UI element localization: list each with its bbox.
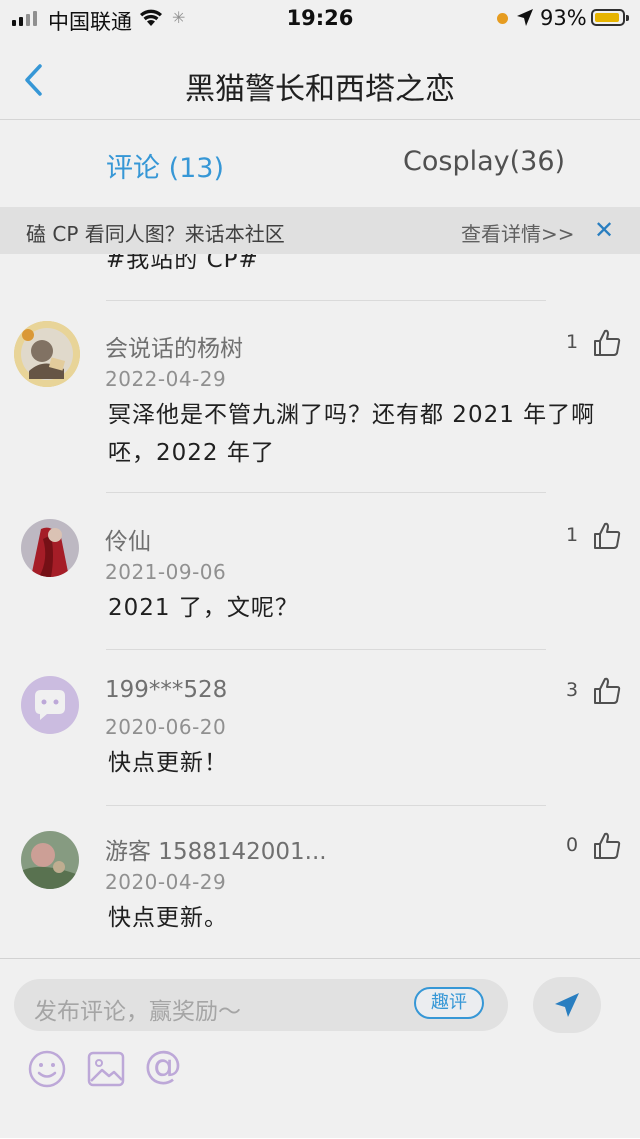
comment-list[interactable]: #我站的 CP# 会说话的杨树 2022-04-29 冥泽他是不管九渊了吗？还有… [0, 254, 640, 958]
status-bar: 中国联通 ✳ 19:26 93% [0, 0, 640, 38]
screen: 中国联通 ✳ 19:26 93% 黑猫警长和西塔之恋 评论 (13) Cospl… [0, 0, 640, 1139]
comment-date: 2021-09-06 [105, 560, 227, 584]
user-avatar-image [21, 519, 79, 577]
mention-icon[interactable]: @ [144, 1045, 184, 1085]
comment-text: 2021 了，文呢？ [108, 595, 299, 621]
avatar[interactable] [21, 676, 79, 734]
thumbs-up-icon[interactable] [592, 328, 622, 358]
thumbs-up-icon[interactable] [592, 521, 622, 551]
list-divider [106, 492, 546, 493]
comment-username[interactable]: 199***528 [105, 677, 227, 703]
tab-cosplay[interactable]: Cosplay(36) [403, 146, 565, 177]
author-avatar-image [14, 321, 80, 387]
location-arrow-icon [517, 9, 533, 26]
default-avatar-image [21, 676, 79, 734]
image-icon[interactable] [86, 1049, 126, 1089]
like-count: 1 [566, 524, 579, 546]
comment-username[interactable]: 会说话的杨树 [105, 329, 243, 363]
comment-date: 2020-04-29 [105, 870, 227, 894]
comment-date: 2022-04-29 [105, 367, 227, 391]
community-banner: 磕 CP 看同人图？来话本社区 查看详情>> ✕ [0, 207, 640, 254]
nav-bar: 黑猫警长和西塔之恋 [0, 38, 640, 120]
battery-percent: 93% [540, 6, 587, 30]
comment-username[interactable]: 游客 1588142001... [105, 832, 327, 866]
partial-comment-text: #我站的 CP# [106, 254, 259, 273]
list-divider [106, 649, 546, 650]
like-count: 0 [566, 834, 579, 856]
comment-date: 2020-06-20 [105, 715, 227, 739]
comment-text: 快点更新！ [108, 750, 228, 776]
send-arrow-icon [555, 993, 579, 1017]
tab-comments[interactable]: 评论 (13) [106, 146, 224, 185]
avatar[interactable] [21, 831, 79, 889]
banner-details-link[interactable]: 查看详情>> [461, 218, 575, 247]
emoji-icon[interactable] [27, 1049, 67, 1089]
like-count: 3 [566, 679, 579, 701]
comment-text: 快点更新。 [108, 905, 228, 931]
tab-bar: 评论 (13) Cosplay(36) [0, 120, 640, 206]
like-count: 1 [566, 331, 579, 353]
comment-composer: 发布评论，赢奖励～ 趣评 @ [0, 958, 640, 1139]
battery-icon [591, 9, 629, 26]
recording-indicator-icon [497, 13, 508, 24]
send-button[interactable] [533, 977, 601, 1033]
comment-username[interactable]: 伶仙 [105, 522, 151, 556]
comment-input-placeholder: 发布评论，赢奖励～ [34, 999, 241, 1025]
quping-button[interactable]: 趣评 [414, 987, 484, 1019]
list-divider [106, 300, 546, 301]
banner-text: 磕 CP 看同人图？来话本社区 [26, 222, 285, 246]
comment-text: 冥泽他是不管九渊了吗？还有都 2021 年了啊 呸，2022 年了 [108, 402, 596, 466]
comment-input[interactable]: 发布评论，赢奖励～ 趣评 [14, 979, 508, 1031]
banner-close-icon[interactable]: ✕ [594, 216, 614, 244]
list-divider [106, 805, 546, 806]
thumbs-up-icon[interactable] [592, 676, 622, 706]
avatar[interactable] [21, 519, 79, 577]
avatar[interactable] [14, 321, 80, 387]
thumbs-up-icon[interactable] [592, 831, 622, 861]
guest-avatar-image [21, 831, 79, 889]
page-title: 黑猫警长和西塔之恋 [185, 72, 455, 107]
